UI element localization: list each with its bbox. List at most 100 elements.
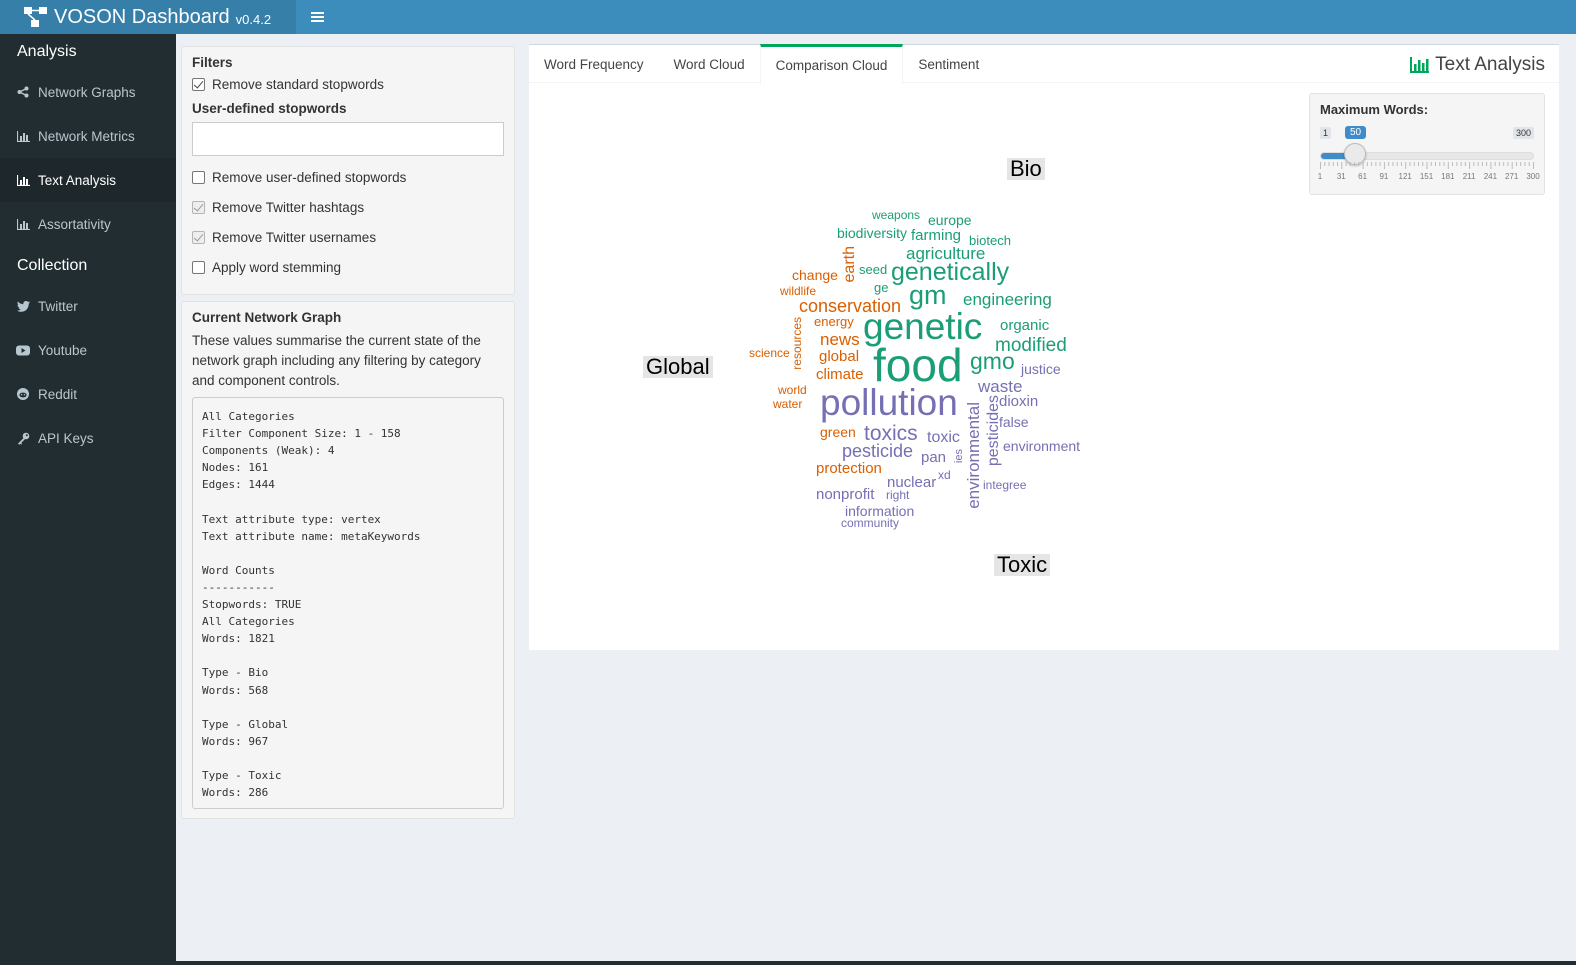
network-logo-icon xyxy=(24,7,47,27)
cloud-word-false: false xyxy=(999,414,1029,430)
top-navbar: VOSON Dashboard v0.4.2 xyxy=(0,0,1576,34)
cloud-word-resources: resources xyxy=(790,317,804,370)
category-label-bio: Bio xyxy=(1007,158,1045,180)
cloud-word-xd: xd xyxy=(938,468,951,482)
cloud-word-organic: organic xyxy=(1000,317,1050,334)
cloud-word-justice: justice xyxy=(1021,361,1061,377)
sidebar: Analysis Network Graphs Network Metrics … xyxy=(0,34,176,965)
sidebar-item-youtube[interactable]: Youtube xyxy=(0,328,176,372)
network-graph-description: These values summarise the current state… xyxy=(192,333,481,388)
sidebar-item-network-metrics[interactable]: Network Metrics xyxy=(0,114,176,158)
cloud-word-gmo: gmo xyxy=(970,348,1015,374)
app-version: v0.4.2 xyxy=(235,12,272,27)
sidebar-item-twitter[interactable]: Twitter xyxy=(0,284,176,328)
checkbox-checked-disabled-icon xyxy=(192,200,205,214)
sidebar-item-label: Twitter xyxy=(38,298,78,314)
sidebar-item-label: API Keys xyxy=(38,430,94,446)
cloud-word-pesticide: pesticide xyxy=(842,441,914,461)
bar-chart-icon xyxy=(15,129,31,143)
sidebar-item-text-analysis[interactable]: Text Analysis xyxy=(0,158,176,202)
slider-grid-label: 61 xyxy=(1358,172,1368,181)
key-icon xyxy=(15,431,31,445)
slider-grid-label: 1 xyxy=(1317,172,1323,181)
cloud-word-green: green xyxy=(820,424,856,440)
cloud-word-protection: protection xyxy=(816,460,882,477)
cloud-word-integree: integree xyxy=(983,478,1027,492)
bar-chart-icon xyxy=(15,173,31,187)
cloud-word-conservation: conservation xyxy=(799,296,902,316)
cloud-word-community: community xyxy=(841,516,900,530)
cloud-word-energy: energy xyxy=(814,314,854,329)
checkbox-unchecked-icon[interactable] xyxy=(192,170,205,184)
sidebar-item-reddit[interactable]: Reddit xyxy=(0,372,176,416)
cloud-word-water: water xyxy=(773,397,803,411)
reddit-icon xyxy=(15,387,31,401)
slider-value-label: 50 xyxy=(1345,126,1367,139)
cloud-word-gm: gm xyxy=(909,280,947,310)
slider-grid-labels: 1 31 61 91 121 151 181 211 241 271 300 xyxy=(1317,172,1540,182)
cloud-word-toxic: toxic xyxy=(927,429,960,446)
cloud-word-right: right xyxy=(886,488,910,502)
cloud-word-earth: earth xyxy=(841,246,858,283)
cloud-word-dioxin: dioxin xyxy=(999,393,1039,410)
sidebar-header-analysis: Analysis xyxy=(17,43,77,60)
checkbox-checked-disabled-icon xyxy=(192,230,205,244)
bar-chart-icon xyxy=(15,217,31,231)
slider-grid-label: 181 xyxy=(1441,172,1455,181)
cloud-word-nonprofit: nonprofit xyxy=(816,486,875,503)
cloud-word-science: science xyxy=(749,346,790,360)
filters-title: Filters xyxy=(192,55,233,70)
remove-twitter-hashtags-checkbox: Remove Twitter hashtags xyxy=(192,192,504,222)
cloud-word-climate: climate xyxy=(816,366,864,383)
slider-grid-label: 300 xyxy=(1526,172,1540,181)
checkbox-label: Remove standard stopwords xyxy=(212,76,384,92)
cloud-word-weapons: weapons xyxy=(872,208,921,222)
filters-panel: Filters Remove standard stopwords User-d… xyxy=(181,46,515,295)
app-title: VOSON Dashboard xyxy=(54,5,230,28)
user-defined-stopwords-label: User-defined stopwords xyxy=(192,101,347,116)
apply-word-stemming-checkbox[interactable]: Apply word stemming xyxy=(192,252,504,282)
sidebar-item-api-keys[interactable]: API Keys xyxy=(0,416,176,460)
cloud-word-biodiversity: biodiversity xyxy=(837,225,908,241)
slider-grid-label: 211 xyxy=(1462,172,1476,181)
user-defined-stopwords-input[interactable] xyxy=(192,122,504,156)
max-words-label: Maximum Words: xyxy=(1320,102,1429,117)
sidebar-item-assortativity[interactable]: Assortativity xyxy=(0,202,176,246)
cloud-word-global: global xyxy=(819,348,860,365)
sidebar-toggle-button[interactable] xyxy=(296,0,338,34)
sidebar-item-label: Assortativity xyxy=(38,216,111,232)
slider-max-label: 300 xyxy=(1512,127,1534,139)
sidebar-header-collection: Collection xyxy=(17,257,88,274)
checkbox-label: Apply word stemming xyxy=(212,259,342,275)
sidebar-item-network-graphs[interactable]: Network Graphs xyxy=(0,70,176,114)
youtube-icon xyxy=(15,343,31,357)
checkbox-unchecked-icon[interactable] xyxy=(192,260,205,274)
cloud-word-farming: farming xyxy=(911,227,962,244)
text-analysis-tabbox: Word Frequency Word Cloud Comparison Clo… xyxy=(529,44,1559,650)
checkbox-label: Remove user-defined stopwords xyxy=(212,169,407,185)
cloud-word-environmental: environmental xyxy=(964,402,983,509)
slider-grid-ticks xyxy=(1320,162,1534,169)
sidebar-item-label: Text Analysis xyxy=(38,172,117,188)
slider-grid-label: 241 xyxy=(1483,172,1498,181)
slider-grid-label: 91 xyxy=(1379,172,1389,181)
remove-twitter-usernames-checkbox: Remove Twitter usernames xyxy=(192,222,504,252)
cloud-word-seed: seed xyxy=(859,262,888,277)
cloud-word-pesticides: pesticides xyxy=(985,395,1002,467)
remove-standard-stopwords-checkbox[interactable]: Remove standard stopwords xyxy=(192,70,504,98)
cloud-word-pan: pan xyxy=(921,449,947,466)
network-graph-title: Current Network Graph xyxy=(192,310,342,325)
checkbox-checked-icon[interactable] xyxy=(192,77,205,91)
slider-grid-label: 31 xyxy=(1336,172,1346,181)
sidebar-item-label: Network Metrics xyxy=(38,128,135,144)
app-logo[interactable]: VOSON Dashboard v0.4.2 xyxy=(0,0,296,34)
max-words-slider-panel: Maximum Words: 1 50 300 1 31 61 91 121 151 181… xyxy=(1309,93,1545,195)
sidebar-item-label: Reddit xyxy=(38,386,78,402)
cloud-word-news: news xyxy=(820,330,860,349)
category-label-global: Global xyxy=(643,356,713,378)
sidebar-item-label: Network Graphs xyxy=(38,84,136,100)
cloud-word-europe: europe xyxy=(928,212,972,228)
remove-user-defined-stopwords-checkbox[interactable]: Remove user-defined stopwords xyxy=(192,162,504,192)
cloud-word-world: world xyxy=(778,383,807,397)
category-label-toxic: Toxic xyxy=(994,554,1051,576)
